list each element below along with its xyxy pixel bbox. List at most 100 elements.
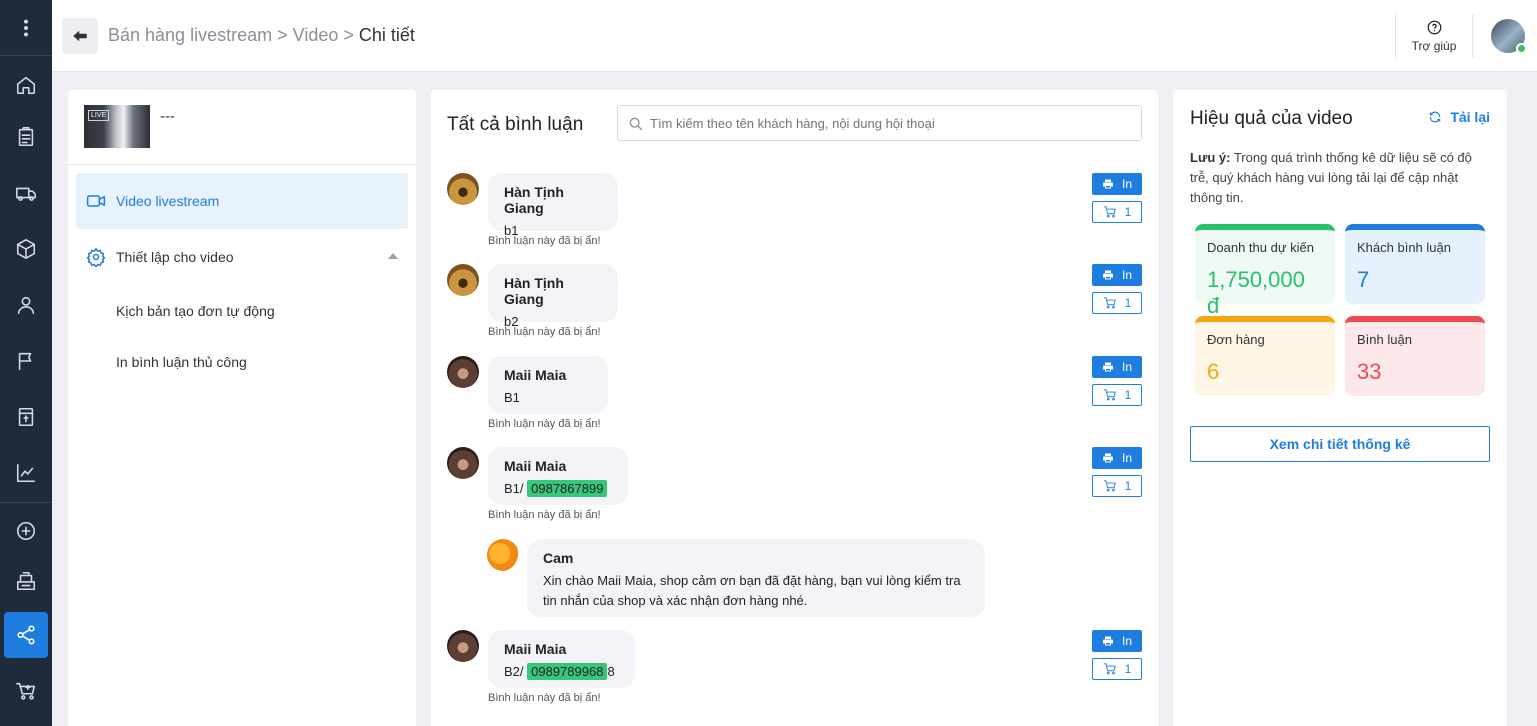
hidden-note: Bình luận này đã bị ẩn! <box>488 692 601 704</box>
avatar[interactable] <box>447 447 479 479</box>
stat-card-revenue: Doanh thu dự kiến 1,750,000 đ <box>1195 224 1335 318</box>
breadcrumb-livestream[interactable]: Bán hàng livestream <box>108 25 272 45</box>
create-order-button[interactable]: 1 <box>1092 384 1142 406</box>
video-header: LIVE --- <box>68 90 416 165</box>
comment-text-prefix: B2/ <box>504 664 528 679</box>
breadcrumb-separator: > <box>277 25 288 45</box>
stat-value: 1,750,000 đ <box>1207 267 1305 318</box>
avatar[interactable] <box>447 264 479 296</box>
comment-bubble: Hàn Tịnh Giang b2 <box>488 264 618 329</box>
replier-name: Cam <box>543 550 574 566</box>
reply-text: Xin chào Maii Maia, shop cảm ơn bạn đã đ… <box>543 573 961 608</box>
top-bar: Bán hàng livestream > Video > Chi tiết T… <box>52 0 1537 72</box>
video-thumbnail[interactable]: LIVE <box>84 105 150 148</box>
more-icon[interactable] <box>4 5 48 51</box>
print-button[interactable]: In <box>1092 356 1142 378</box>
chevron-up-icon[interactable] <box>388 253 398 259</box>
printer-icon <box>1102 362 1113 372</box>
shopping-cart-icon <box>1103 480 1116 492</box>
stat-card-commenters: Khách bình luận 7 <box>1345 224 1485 304</box>
breadcrumb-separator: > <box>343 25 354 45</box>
stat-label: Doanh thu dự kiến <box>1207 240 1314 255</box>
rail-divider <box>0 55 52 56</box>
comment-bubble: Maii Maia B1 <box>488 356 608 414</box>
create-order-button[interactable]: 1 <box>1092 292 1142 314</box>
help-label: Trợ giúp <box>1411 39 1457 53</box>
menu-video-livestream[interactable]: Video livestream <box>76 173 408 229</box>
stat-value: 33 <box>1357 359 1382 384</box>
orders-icon[interactable] <box>4 114 48 160</box>
video-stats-panel: Hiệu quả của video Tải lại Lưu ý: Trong … <box>1173 90 1507 726</box>
reload-button[interactable]: Tải lại <box>1428 109 1490 125</box>
gear-icon <box>86 247 106 267</box>
add-icon[interactable] <box>4 508 48 554</box>
shopping-cart-icon <box>1103 663 1116 675</box>
printer-icon <box>1102 179 1113 189</box>
cart-icon[interactable] <box>4 668 48 714</box>
print-label: In <box>1121 634 1132 648</box>
avatar[interactable] <box>447 630 479 662</box>
comment-text: B1/ 0987867899 <box>504 479 612 499</box>
cashbook-icon[interactable] <box>4 394 48 440</box>
create-order-button[interactable]: 1 <box>1092 475 1142 497</box>
print-button[interactable]: In <box>1092 173 1142 195</box>
rail-divider <box>0 502 52 503</box>
order-count: 1 <box>1124 662 1132 676</box>
live-badge: LIVE <box>88 110 110 121</box>
hidden-note: Bình luận này đã bị ẩn! <box>488 235 601 247</box>
stat-label: Đơn hàng <box>1207 332 1265 347</box>
online-status-dot <box>1516 43 1527 54</box>
breadcrumb-video[interactable]: Video <box>293 25 339 45</box>
shopping-cart-icon <box>1103 206 1116 218</box>
order-count: 1 <box>1124 205 1132 219</box>
print-button[interactable]: In <box>1092 264 1142 286</box>
printer-icon <box>1102 270 1113 280</box>
submenu-auto-order-script[interactable]: Kịch bản tạo đơn tự động <box>116 303 275 319</box>
flag-icon[interactable] <box>4 338 48 384</box>
print-button[interactable]: In <box>1092 447 1142 469</box>
phone-highlight[interactable]: 0989789968 <box>527 663 608 680</box>
create-order-button[interactable]: 1 <box>1092 201 1142 223</box>
commenter-name[interactable]: Hàn Tịnh Giang <box>504 275 602 307</box>
submenu-manual-print[interactable]: In bình luận thủ công <box>116 354 247 370</box>
phone-highlight[interactable]: 0987867899 <box>527 480 608 497</box>
print-button[interactable]: In <box>1092 630 1142 652</box>
note-label: Lưu ý: <box>1190 150 1231 165</box>
printer-icon <box>1102 453 1113 463</box>
comment-text: B2/ 0989789968 8 <box>504 662 619 682</box>
commenter-name[interactable]: Maii Maia <box>504 641 619 657</box>
avatar[interactable] <box>447 356 479 388</box>
video-name: --- <box>160 108 175 125</box>
back-button[interactable] <box>62 18 98 54</box>
customer-icon[interactable] <box>4 282 48 328</box>
report-icon[interactable] <box>4 450 48 496</box>
hidden-note: Bình luận này đã bị ẩn! <box>488 509 601 521</box>
user-avatar[interactable] <box>1491 19 1527 54</box>
view-stats-detail-button[interactable]: Xem chi tiết thống kê <box>1190 426 1490 462</box>
commenter-name[interactable]: Hàn Tịnh Giang <box>504 184 602 216</box>
printer-icon <box>1102 636 1113 646</box>
menu-video-settings[interactable]: Thiết lập cho video <box>76 229 408 285</box>
hidden-note: Bình luận này đã bị ẩn! <box>488 418 601 430</box>
shipping-icon[interactable] <box>4 170 48 216</box>
product-icon[interactable] <box>4 226 48 272</box>
help-button[interactable]: Trợ giúp <box>1395 14 1473 58</box>
menu-label: Video livestream <box>116 193 220 209</box>
pos-icon[interactable] <box>4 558 48 604</box>
commenter-name[interactable]: Maii Maia <box>504 367 592 383</box>
search-input[interactable] <box>650 106 1130 140</box>
commenter-name[interactable]: Maii Maia <box>504 458 612 474</box>
avatar <box>487 539 519 571</box>
menu-label: Thiết lập cho video <box>116 249 234 265</box>
stat-label: Bình luận <box>1357 332 1412 347</box>
stat-value: 6 <box>1207 359 1220 384</box>
video-menu-panel: LIVE --- Video livestream Thiết lập cho … <box>68 90 416 726</box>
stats-note: Lưu ý: Trong quá trình thống kê dữ liệu … <box>1190 148 1492 208</box>
order-count: 1 <box>1124 388 1132 402</box>
home-icon[interactable] <box>4 62 48 108</box>
avatar[interactable] <box>447 173 479 205</box>
arrow-left-icon <box>73 30 87 42</box>
share-icon[interactable] <box>4 612 48 658</box>
create-order-button[interactable]: 1 <box>1092 658 1142 680</box>
stat-card-orders: Đơn hàng 6 <box>1195 316 1335 396</box>
